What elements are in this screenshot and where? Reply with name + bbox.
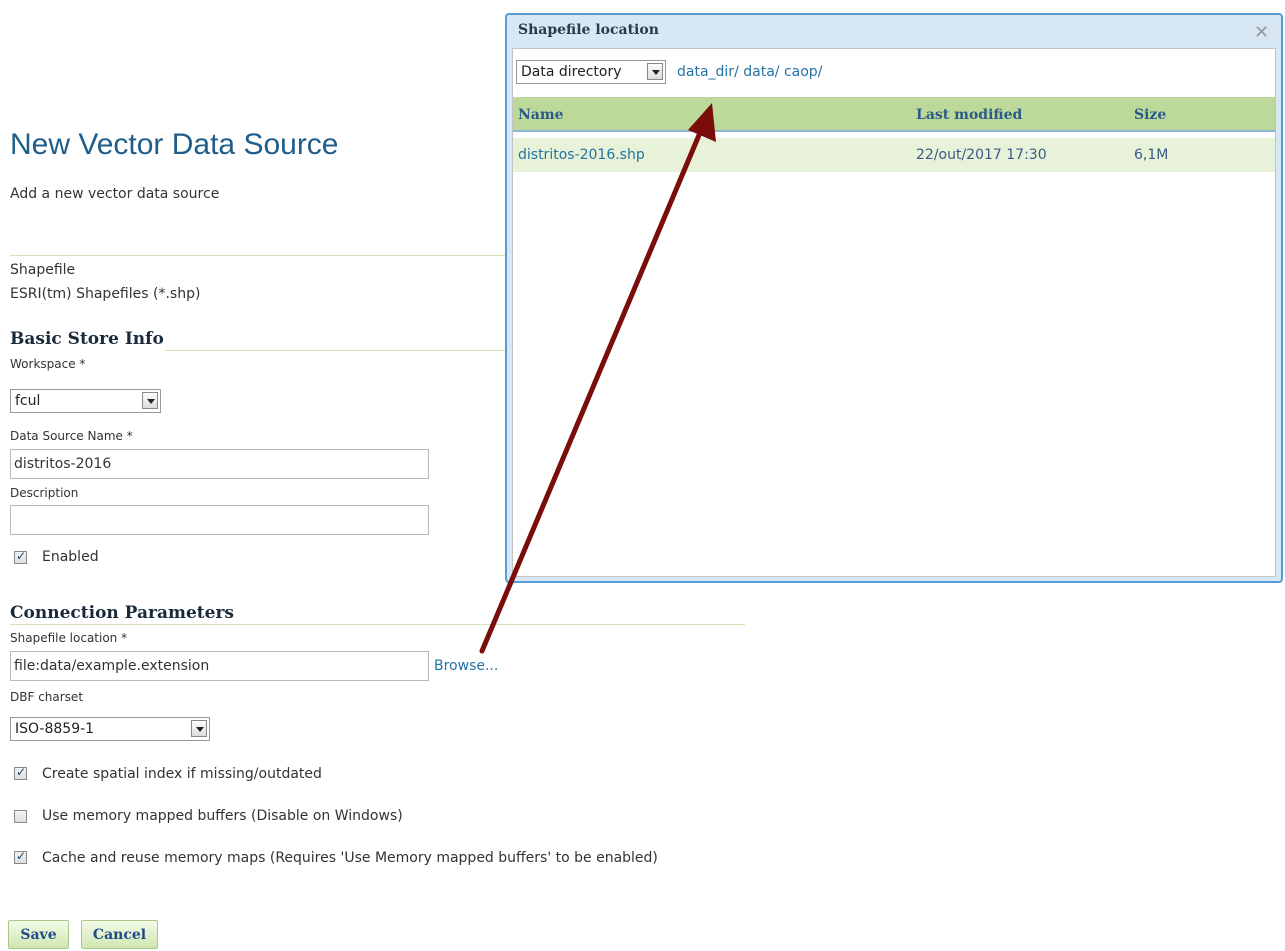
column-name[interactable]: Name <box>518 107 564 123</box>
file-name[interactable]: distritos-2016.shp <box>518 147 645 163</box>
workspace-value: fcul <box>15 393 41 409</box>
enabled-label: Enabled <box>42 549 99 565</box>
source-type: Shapefile <box>10 262 76 278</box>
dbf-charset-value: ISO-8859-1 <box>15 721 95 737</box>
divider <box>10 255 515 256</box>
datasource-name-input[interactable]: distritos-2016 <box>10 449 429 479</box>
root-directory-value: Data directory <box>521 64 622 80</box>
enabled-checkbox[interactable] <box>14 549 27 564</box>
cache-maps-label: Cache and reuse memory maps (Requires 'U… <box>42 850 658 866</box>
breadcrumb-item[interactable]: data_dir/ <box>677 64 739 80</box>
spatial-index-checkbox[interactable] <box>14 765 27 780</box>
divider <box>165 350 515 351</box>
dialog-title: Shapefile location <box>518 22 659 38</box>
breadcrumb: data_dir/ data/ caop/ <box>677 64 822 80</box>
breadcrumb-item[interactable]: caop/ <box>784 64 822 80</box>
dbf-charset-select[interactable]: ISO-8859-1 <box>10 717 210 741</box>
cache-maps-checkbox[interactable] <box>14 849 27 864</box>
file-size: 6,1M <box>1134 147 1169 163</box>
datasource-name-label: Data Source Name * <box>10 429 133 443</box>
divider <box>10 624 745 625</box>
memory-mapped-checkbox[interactable] <box>14 810 27 823</box>
chevron-down-icon[interactable] <box>647 63 663 80</box>
browse-link[interactable]: Browse... <box>434 658 498 674</box>
column-last-modified[interactable]: Last modified <box>916 107 1022 123</box>
column-size[interactable]: Size <box>1134 107 1166 123</box>
page-title: New Vector Data Source <box>10 128 339 161</box>
chevron-down-icon[interactable] <box>191 720 207 737</box>
root-directory-select[interactable]: Data directory <box>516 60 666 84</box>
source-description: ESRI(tm) Shapefiles (*.shp) <box>10 286 201 302</box>
basic-store-heading: Basic Store Info <box>10 329 164 349</box>
workspace-select[interactable]: fcul <box>10 389 161 413</box>
breadcrumb-item[interactable]: data/ <box>743 64 779 80</box>
connection-params-heading: Connection Parameters <box>10 603 234 623</box>
cancel-button[interactable]: Cancel <box>81 920 158 949</box>
page-subtitle: Add a new vector data source <box>10 186 220 202</box>
description-input[interactable] <box>10 505 429 535</box>
spatial-index-label: Create spatial index if missing/outdated <box>42 766 322 782</box>
shapefile-location-label: Shapefile location * <box>10 631 128 645</box>
memory-mapped-label: Use memory mapped buffers (Disable on Wi… <box>42 808 403 824</box>
save-button[interactable]: Save <box>8 920 69 949</box>
shapefile-location-input[interactable]: file:data/example.extension <box>10 651 429 681</box>
dbf-charset-label: DBF charset <box>10 690 84 704</box>
file-modified: 22/out/2017 17:30 <box>916 147 1047 163</box>
close-icon[interactable]: ✕ <box>1254 22 1269 43</box>
description-label: Description <box>10 486 79 500</box>
chevron-down-icon[interactable] <box>142 392 158 409</box>
workspace-label: Workspace * <box>10 357 86 371</box>
